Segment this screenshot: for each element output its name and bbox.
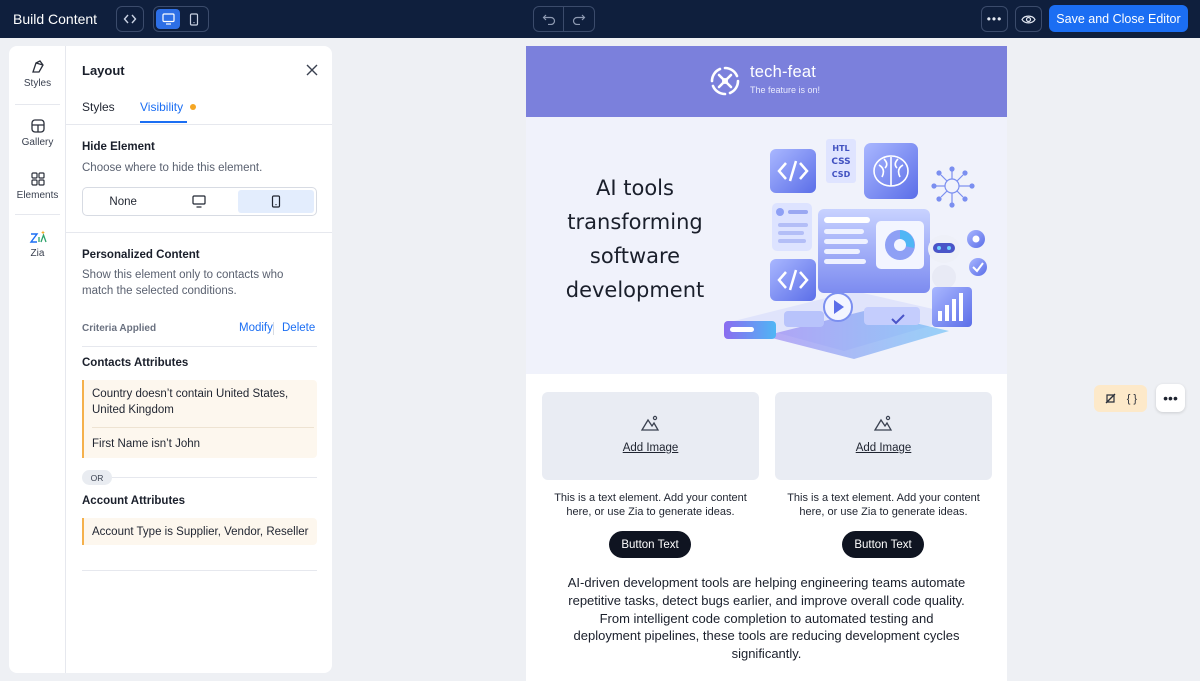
criteria-label: Criteria Applied <box>82 323 157 334</box>
divider <box>15 104 60 105</box>
contacts-condition-group: Country doesn’t contain United States, U… <box>82 380 317 458</box>
rail-label: Styles <box>23 78 52 89</box>
personalized-title: Personalized Content <box>82 249 200 261</box>
rail-item-styles[interactable]: Styles <box>9 59 66 89</box>
rail-label: Zia <box>30 248 45 259</box>
hide-element-title: Hide Element <box>82 141 155 153</box>
brand-name: tech-feat <box>750 63 817 81</box>
desktop-icon <box>192 195 207 208</box>
redo-button[interactable] <box>564 7 594 31</box>
more-icon: ••• <box>986 12 1003 26</box>
rail-item-zia[interactable]: Zia <box>9 229 66 259</box>
hide-element-desc: Choose where to hide this element. <box>82 162 263 174</box>
contacts-attributes-title: Contacts Attributes <box>82 357 189 369</box>
divider <box>92 427 314 428</box>
close-icon[interactable] <box>304 62 320 78</box>
image-placeholder[interactable]: Add Image <box>775 392 992 480</box>
image-icon <box>873 415 893 431</box>
rail-item-gallery[interactable]: Gallery <box>9 118 66 148</box>
personalized-desc: Show this element only to contacts who m… <box>82 269 284 297</box>
top-bar: Build Content ••• Save and Close Editor <box>0 0 1200 38</box>
device-toggle <box>153 6 209 32</box>
hide-element-selector: None <box>82 187 317 216</box>
rail-label: Elements <box>16 190 59 201</box>
desktop-view-button[interactable] <box>156 9 180 29</box>
email-canvas: tech-feat The feature is on! AI tools tr… <box>526 46 1007 681</box>
hero-title: AI tools transforming software developme… <box>565 176 705 302</box>
divider <box>15 214 60 215</box>
preview-button[interactable] <box>1015 6 1042 32</box>
active-tab-indicator <box>140 121 187 123</box>
hero-section[interactable]: AI tools transforming software developme… <box>526 117 1007 374</box>
hide-none-option[interactable]: None <box>85 190 161 213</box>
app-title: Build Content <box>13 11 98 27</box>
divider <box>273 322 274 335</box>
divider <box>82 346 317 347</box>
image-icon <box>640 415 660 431</box>
undo-button[interactable] <box>534 7 564 31</box>
rail-label: Gallery <box>21 137 54 148</box>
desktop-icon <box>161 13 175 25</box>
gallery-icon <box>30 119 45 133</box>
brand-logo-icon <box>710 66 740 96</box>
code-icon <box>123 14 137 24</box>
element-more-button[interactable]: ••• <box>1156 384 1185 412</box>
condition-item: Account Type is Supplier, Vendor, Resell… <box>92 526 309 538</box>
divider <box>66 124 332 125</box>
brand-tagline: The feature is on! <box>750 85 821 95</box>
art-label: CSD <box>832 170 851 179</box>
condition-item: Country doesn’t contain United States, U… <box>92 388 289 416</box>
text-element[interactable]: This is a text element. Add your content… <box>775 491 992 519</box>
divider <box>82 477 317 478</box>
mobile-icon <box>271 195 280 208</box>
tab-styles[interactable]: Styles <box>82 100 115 114</box>
condition-item: First Name isn’t John <box>92 438 201 450</box>
account-condition-group: Account Type is Supplier, Vendor, Resell… <box>82 518 317 545</box>
eye-icon <box>1021 15 1036 23</box>
side-rail: Styles Gallery Elements Zia <box>9 46 66 673</box>
status-dot <box>190 104 196 110</box>
hidden-visibility-icon[interactable] <box>1104 392 1117 405</box>
hide-desktop-option[interactable] <box>161 190 237 213</box>
panel-content: Layout Styles Visibility Hide Element Ch… <box>66 46 332 673</box>
button-element[interactable]: Button Text <box>609 531 691 558</box>
merge-tag-button[interactable]: { } <box>1127 393 1137 405</box>
code-view-button[interactable] <box>116 6 144 32</box>
email-header[interactable]: tech-feat The feature is on! <box>526 46 1007 117</box>
history-group <box>533 6 595 32</box>
add-image-link[interactable]: Add Image <box>775 442 992 454</box>
hide-mobile-option[interactable] <box>237 190 314 213</box>
settings-panel: Styles Gallery Elements Zia Layout Style… <box>9 46 332 673</box>
more-options-button[interactable]: ••• <box>981 6 1008 32</box>
mobile-icon <box>189 12 199 26</box>
divider <box>66 232 332 233</box>
save-and-close-button[interactable]: Save and Close Editor <box>1049 5 1188 32</box>
mobile-view-button[interactable] <box>182 9 206 29</box>
brush-icon <box>31 60 44 73</box>
zia-icon <box>29 230 47 243</box>
panel-title: Layout <box>82 63 125 78</box>
rail-item-elements[interactable]: Elements <box>9 171 66 201</box>
add-image-link[interactable]: Add Image <box>542 442 759 454</box>
grid-icon <box>30 172 45 186</box>
or-badge: OR <box>82 470 112 485</box>
element-toolbar: { } <box>1094 385 1147 412</box>
button-element[interactable]: Button Text <box>842 531 924 558</box>
ai-tools-illustration: HTL CSS CSD <box>724 139 987 359</box>
art-label: HTL <box>832 144 849 153</box>
account-attributes-title: Account Attributes <box>82 495 186 507</box>
body-text[interactable]: AI-driven development tools are helping … <box>566 574 967 663</box>
text-element[interactable]: This is a text element. Add your content… <box>542 491 759 519</box>
delete-link[interactable]: Delete <box>282 322 315 334</box>
art-label: CSS <box>831 157 850 167</box>
divider <box>82 570 317 571</box>
tab-visibility[interactable]: Visibility <box>140 100 183 114</box>
redo-icon <box>572 14 586 25</box>
undo-icon <box>542 14 555 25</box>
modify-link[interactable]: Modify <box>239 322 273 334</box>
image-placeholder[interactable]: Add Image <box>542 392 759 480</box>
